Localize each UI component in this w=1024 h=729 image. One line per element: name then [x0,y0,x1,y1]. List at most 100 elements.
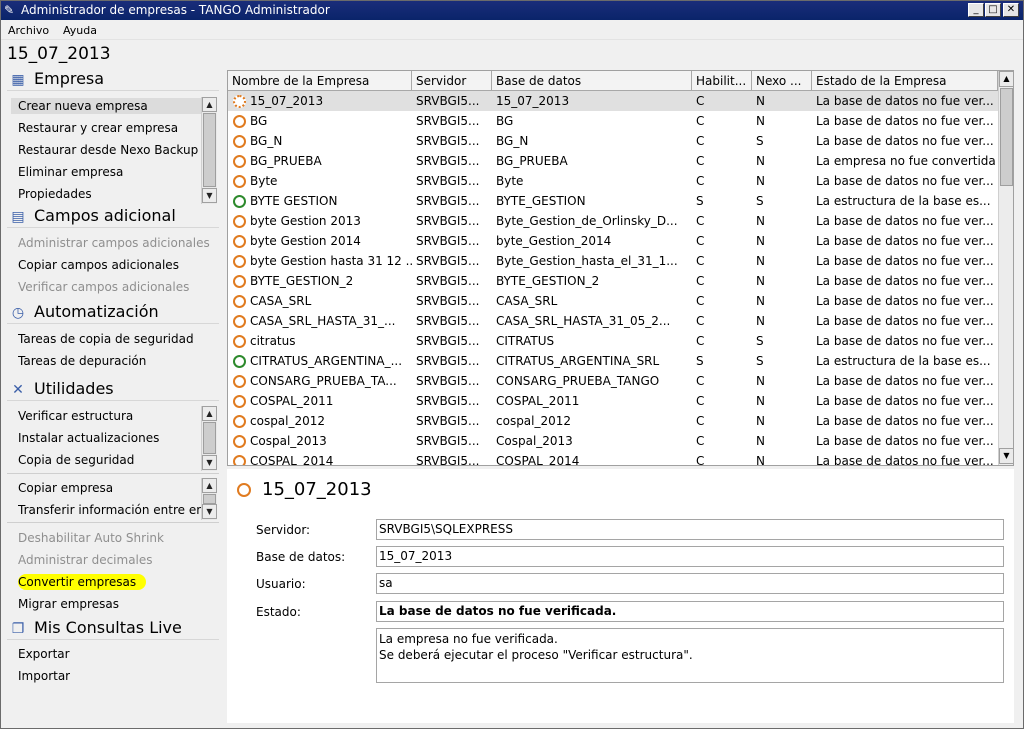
cell-hab: C [696,274,705,288]
table-row[interactable]: COSPAL_2011 SRVBGI5... COSPAL_2011 C N La bas… [228,391,998,411]
sidebar-item-transferir-informacion[interactable]: Transferir información entre empresas [18,502,201,518]
scroll-down-icon[interactable]: ▼ [202,455,217,470]
scroll-down-icon[interactable]: ▼ [202,504,217,519]
cell-server: SRVBGI5... [416,414,480,428]
cell-hab: C [696,414,705,428]
column-header-base-datos[interactable]: Base de datos [492,71,692,91]
cell-estado: La base de datos no fue ver... [816,114,994,128]
memo-line: Se deberá ejecutar el proceso "Verificar… [379,648,693,662]
column-header-habilitada[interactable]: Habilit... [692,71,752,91]
section-title: Automatización [34,302,159,321]
usuario-field[interactable]: sa [376,573,1004,594]
table-row[interactable]: citratus SRVBGI5... CITRATUS C S La base de d… [228,331,998,351]
cell-hab: C [696,434,705,448]
table-row[interactable]: BG_PRUEBA SRVBGI5... BG_PRUEBA C N La empresa… [228,151,998,171]
cell-db: CONSARG_PRUEBA_TANGO [496,374,660,388]
base-datos-field[interactable]: 15_07_2013 [376,546,1004,567]
sidebar-item-propiedades[interactable]: Propiedades [18,186,92,202]
sidebar-item-restaurar-crear[interactable]: Restaurar y crear empresa [18,120,178,136]
table-row[interactable]: byte Gestion 2014 SRVBGI5... byte_Gestion_… [228,231,998,251]
utilidades-scrollbar-2[interactable]: ▲ ▼ [201,478,217,520]
cell-server: SRVBGI5... [416,274,480,288]
empresa-scrollbar[interactable]: ▲ ▼ [201,97,217,204]
cell-server: SRVBGI5... [416,334,480,348]
sidebar-item-importar[interactable]: Importar [18,668,70,684]
scroll-up-icon[interactable]: ▲ [202,478,217,493]
table-row[interactable]: BYTE_GESTION_2 SRVBGI5... BYTE_GESTION_2 C N… [228,271,998,291]
sidebar-item-instalar-actualizaciones[interactable]: Instalar actualizaciones [18,430,159,446]
table-row[interactable]: CITRATUS_ARGENTINA_... SRVBGI5... CITRATUS… [228,351,998,371]
utilidades-scrollbar-1[interactable]: ▲ ▼ [201,406,217,471]
label-usuario: Usuario: [256,577,306,591]
grid-scrollbar[interactable]: ▲ ▼ [998,71,1013,465]
cell-db: COSPAL_2014 [496,454,580,466]
sidebar-item-verificar-estructura[interactable]: Verificar estructura [18,408,133,424]
sidebar-item-migrar-empresas[interactable]: Migrar empresas [18,596,119,612]
table-row[interactable]: Byte SRVBGI5... Byte C N La base de datos no … [228,171,998,191]
close-button[interactable]: ✕ [1003,3,1019,17]
divider [7,522,219,523]
cell-hab: C [696,334,705,348]
cell-db: 15_07_2013 [496,94,570,108]
section-campos-adicionales[interactable]: ▤ Campos adicional [7,204,219,228]
menu-bar: Archivo Ayuda [1,21,1023,40]
menu-ayuda[interactable]: Ayuda [63,24,97,37]
scroll-up-icon[interactable]: ▲ [999,71,1013,87]
scroll-thumb[interactable] [1000,88,1013,186]
scroll-down-icon[interactable]: ▼ [202,188,217,203]
scroll-thumb[interactable] [203,113,216,187]
cell-estado: La base de datos no fue ver... [816,274,994,288]
cell-name: citratus [250,334,296,348]
status-circle-icon [233,95,246,108]
cell-name: Byte [250,174,278,188]
table-row[interactable]: CASA_SRL_HASTA_31_... SRVBGI5... CASA_SRL_… [228,311,998,331]
table-row[interactable]: byte Gestion 2013 SRVBGI5... Byte_Gestion_… [228,211,998,231]
sidebar-item-copiar-campos[interactable]: Copiar campos adicionales [18,257,179,273]
sidebar-item-eliminar-empresa[interactable]: Eliminar empresa [18,164,123,180]
cell-name: CASA_SRL [250,294,312,308]
scroll-thumb[interactable] [203,494,216,504]
column-header-servidor[interactable]: Servidor [412,71,492,91]
column-header-estado[interactable]: Estado de la Empresa [812,71,998,91]
sidebar-item-copiar-empresa[interactable]: Copiar empresa [18,480,113,496]
table-row[interactable]: BG_N SRVBGI5... BG_N C S La base de datos no … [228,131,998,151]
servidor-field[interactable]: SRVBGI5\SQLEXPRESS [376,519,1004,540]
title-bar[interactable]: ✎ Administrador de empresas - TANGO Admi… [1,1,1023,20]
section-mis-consultas-live[interactable]: ❐ Mis Consultas Live [7,616,219,640]
column-header-nexo[interactable]: Nexo ... [752,71,812,91]
sidebar-item-tareas-depuracion[interactable]: Tareas de depuración [18,353,146,369]
cell-estado: La base de datos no fue ver... [816,434,994,448]
cell-nexo: N [756,254,765,268]
estado-detail-memo[interactable]: La empresa no fue verificada. Se deberá … [376,628,1004,683]
table-row[interactable]: cospal_2012 SRVBGI5... cospal_2012 C N La bas… [228,411,998,431]
sidebar-item-convertir-empresas[interactable]: Convertir empresas [18,574,147,590]
estado-field[interactable]: La base de datos no fue verificada. [376,601,1004,622]
table-row[interactable]: BG SRVBGI5... BG C N La base de datos no fue … [228,111,998,131]
table-row[interactable]: byte Gestion hasta 31 12 ... SRVBGI5... By… [228,251,998,271]
cell-db: cospal_2012 [496,414,572,428]
section-automatizacion[interactable]: ◷ Automatización [7,300,219,324]
section-utilidades[interactable]: ✕ Utilidades [7,377,219,401]
table-row[interactable]: 15_07_2013 SRVBGI5... 15_07_2013 C N La base … [228,91,998,111]
table-row[interactable]: BYTE GESTION SRVBGI5... BYTE_GESTION S S La e… [228,191,998,211]
column-header-nombre[interactable]: Nombre de la Empresa [228,71,412,91]
cell-name: byte Gestion 2014 [250,234,361,248]
sidebar-item-copia-seguridad[interactable]: Copia de seguridad [18,452,134,468]
sidebar-item-exportar[interactable]: Exportar [18,646,70,662]
scroll-up-icon[interactable]: ▲ [202,406,217,421]
scroll-up-icon[interactable]: ▲ [202,97,217,112]
maximize-button[interactable]: □ [985,3,1001,17]
sidebar-item-tareas-copia[interactable]: Tareas de copia de seguridad [18,331,194,347]
section-empresa[interactable]: ▦ Empresa [7,67,219,91]
table-row[interactable]: CASA_SRL SRVBGI5... CASA_SRL C N La base de d… [228,291,998,311]
scroll-thumb[interactable] [203,422,216,454]
table-row[interactable]: CONSARG_PRUEBA_TA... SRVBGI5... CONSARG_PR… [228,371,998,391]
table-row[interactable]: COSPAL_2014 SRVBGI5... COSPAL_2014 C N La bas… [228,451,998,466]
sidebar-item-crear-empresa[interactable]: Crear nueva empresa [11,98,203,114]
table-row[interactable]: Cospal_2013 SRVBGI5... Cospal_2013 C N La bas… [228,431,998,451]
sidebar-item-restaurar-nexo[interactable]: Restaurar desde Nexo Backup [18,142,198,158]
minimize-button[interactable]: _ [968,3,984,17]
menu-archivo[interactable]: Archivo [8,24,49,37]
window-title: Administrador de empresas - TANGO Admini… [21,3,330,17]
scroll-down-icon[interactable]: ▼ [999,448,1013,464]
